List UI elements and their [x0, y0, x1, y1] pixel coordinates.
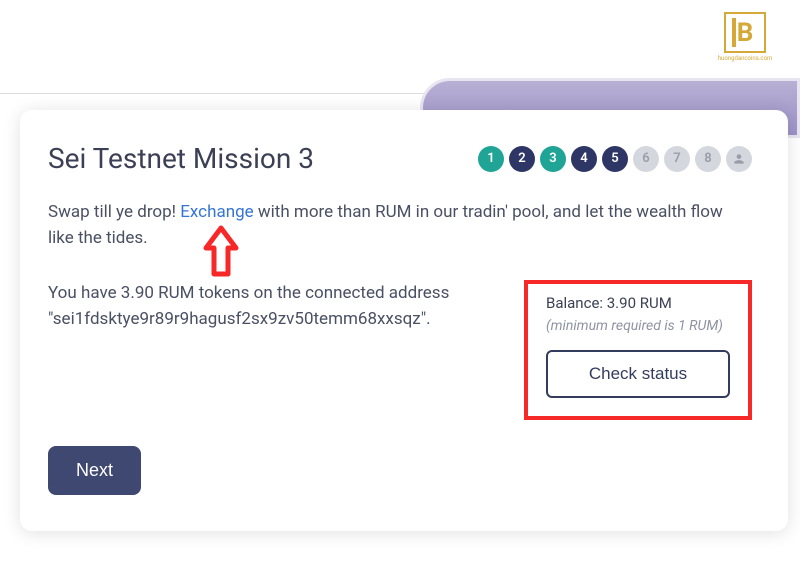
step-indicator: 1 2 3 4 5 6 7 8 — [478, 146, 752, 172]
check-status-button[interactable]: Check status — [546, 350, 730, 398]
step-2[interactable]: 2 — [509, 146, 535, 172]
info-row: You have 3.90 RUM tokens on the connecte… — [48, 280, 752, 420]
site-logo: B huongdancoins.com — [715, 12, 775, 62]
exchange-link[interactable]: Exchange — [180, 202, 253, 222]
step-1[interactable]: 1 — [478, 146, 504, 172]
balance-box: Balance: 3.90 RUM (minimum required is 1… — [524, 280, 752, 420]
page-title: Sei Testnet Mission 3 — [48, 142, 314, 175]
step-7: 7 — [664, 146, 690, 172]
step-5[interactable]: 5 — [602, 146, 628, 172]
user-icon[interactable] — [726, 146, 752, 172]
logo-text: huongdancoins.com — [718, 55, 773, 62]
desc-before: Swap till ye drop! — [48, 202, 180, 222]
step-6: 6 — [633, 146, 659, 172]
step-3[interactable]: 3 — [540, 146, 566, 172]
balance-label: Balance: 3.90 RUM — [546, 294, 730, 312]
logo-square: B — [724, 12, 766, 53]
mission-description: Swap till ye drop! Exchange with more th… — [48, 199, 752, 252]
step-4[interactable]: 4 — [571, 146, 597, 172]
step-8: 8 — [695, 146, 721, 172]
minimum-required: (minimum required is 1 RUM) — [546, 318, 730, 334]
token-balance-text: You have 3.90 RUM tokens on the connecte… — [48, 280, 500, 333]
mission-card: Sei Testnet Mission 3 1 2 3 4 5 6 7 8 Sw… — [20, 110, 788, 531]
next-button[interactable]: Next — [48, 446, 141, 495]
card-header: Sei Testnet Mission 3 1 2 3 4 5 6 7 8 — [48, 142, 752, 175]
